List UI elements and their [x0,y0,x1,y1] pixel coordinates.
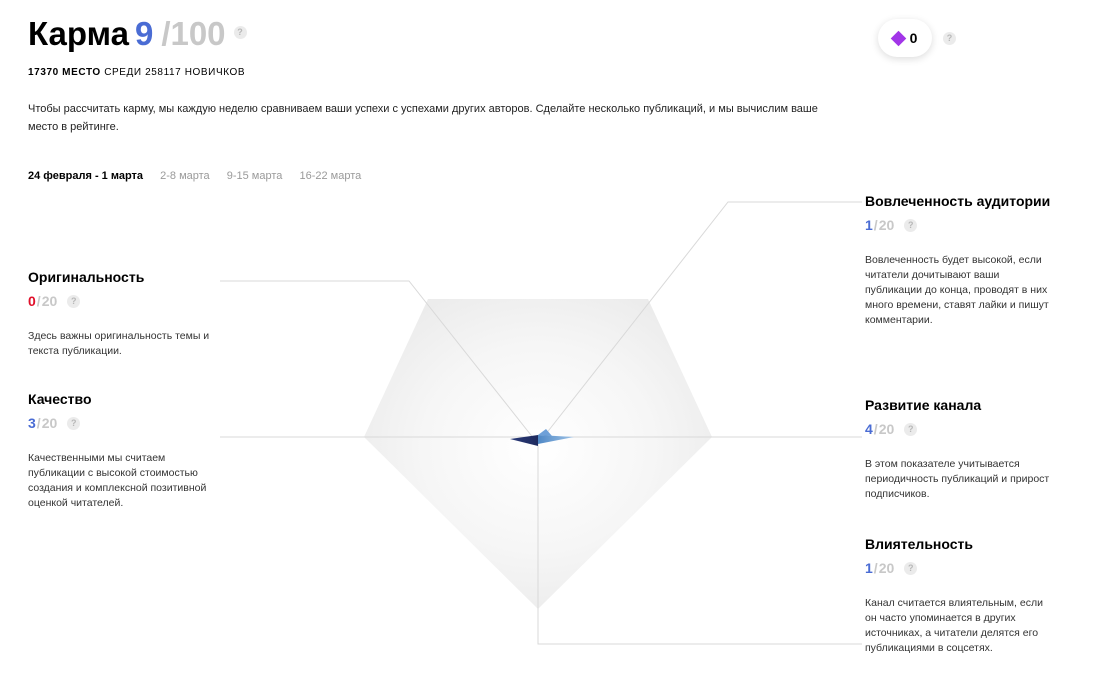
tab-week-1[interactable]: 24 февраля - 1 марта [28,170,143,182]
metric-max: 20 [878,217,895,233]
page-title-text: Карма [28,15,129,52]
help-icon[interactable]: ? [904,561,918,575]
metric-description: Канал считается влиятельным, если он час… [865,597,1043,654]
metric-title: Качество [28,391,92,407]
metric-description: Вовлеченность будет высокой, если читате… [865,254,1049,326]
tab-week-4[interactable]: 16-22 марта [299,170,361,182]
metric-originality: Оригинальность 0/20? Здесь важны оригина… [28,269,213,359]
metric-score: 4/20? [865,421,1055,437]
help-icon[interactable]: ? [904,218,918,232]
metric-slash: / [873,560,878,576]
metric-max: 20 [41,415,58,431]
metric-value: 4 [865,421,873,437]
metric-growth: Развитие канала 4/20? В этом показателе … [865,397,1055,502]
metric-quality: Качество 3/20? Качественными мы считаем … [28,391,213,511]
metric-title: Вовлеченность аудитории [865,193,1051,209]
metric-score: 3/20? [28,415,213,431]
rank-place: 17370 место [28,67,101,78]
metric-title: Оригинальность [28,269,145,285]
metric-value: 0 [28,293,36,309]
metric-engagement: Вовлеченность аудитории 1/20? Вовлеченно… [865,193,1055,328]
help-icon[interactable]: ? [67,416,81,430]
metric-description: Качественными мы считаем публикации с вы… [28,452,207,509]
week-tabs: 24 февраля - 1 марта 2-8 марта 9-15 март… [28,170,375,182]
diamond-balance-value: 0 [909,30,918,46]
metric-score: 0/20? [28,293,213,309]
metric-score: 1/20? [865,217,1055,233]
metric-slash: / [36,415,41,431]
karma-score: 9 [134,15,154,52]
rank-rest: среди 258117 новичков [104,67,246,78]
metric-value: 3 [28,415,36,431]
metric-max: 20 [878,421,895,437]
rank-line: 17370 место среди 258117 новичков [28,67,245,78]
metric-score: 1/20? [865,560,1055,576]
help-icon[interactable]: ? [904,422,918,436]
karma-description: Чтобы рассчитать карму, мы каждую неделю… [28,103,818,133]
metric-description: Здесь важны оригинальность темы и текста… [28,330,210,357]
diamond-balance-badge[interactable]: 0 [878,19,932,57]
tab-week-2[interactable]: 2-8 марта [160,170,210,182]
metric-slash: / [873,217,878,233]
metric-slash: / [873,421,878,437]
diamond-icon [890,30,906,46]
metric-max: 20 [878,560,895,576]
metric-max: 20 [41,293,58,309]
karma-max: /100 [161,15,226,52]
metric-slash: / [36,293,41,309]
metric-description: В этом показателе учитывается периодично… [865,458,1050,500]
help-icon[interactable]: ? [67,294,81,308]
metric-influence: Влиятельность 1/20? Канал считается влия… [865,536,1055,656]
metric-value: 1 [865,560,873,576]
page-title: Карма 9/100? [28,12,247,56]
metric-title: Влиятельность [865,536,973,552]
help-icon[interactable]: ? [233,25,247,39]
tab-week-3[interactable]: 9-15 марта [227,170,283,182]
metric-title: Развитие канала [865,397,982,413]
help-icon[interactable]: ? [943,32,956,45]
metric-value: 1 [865,217,873,233]
